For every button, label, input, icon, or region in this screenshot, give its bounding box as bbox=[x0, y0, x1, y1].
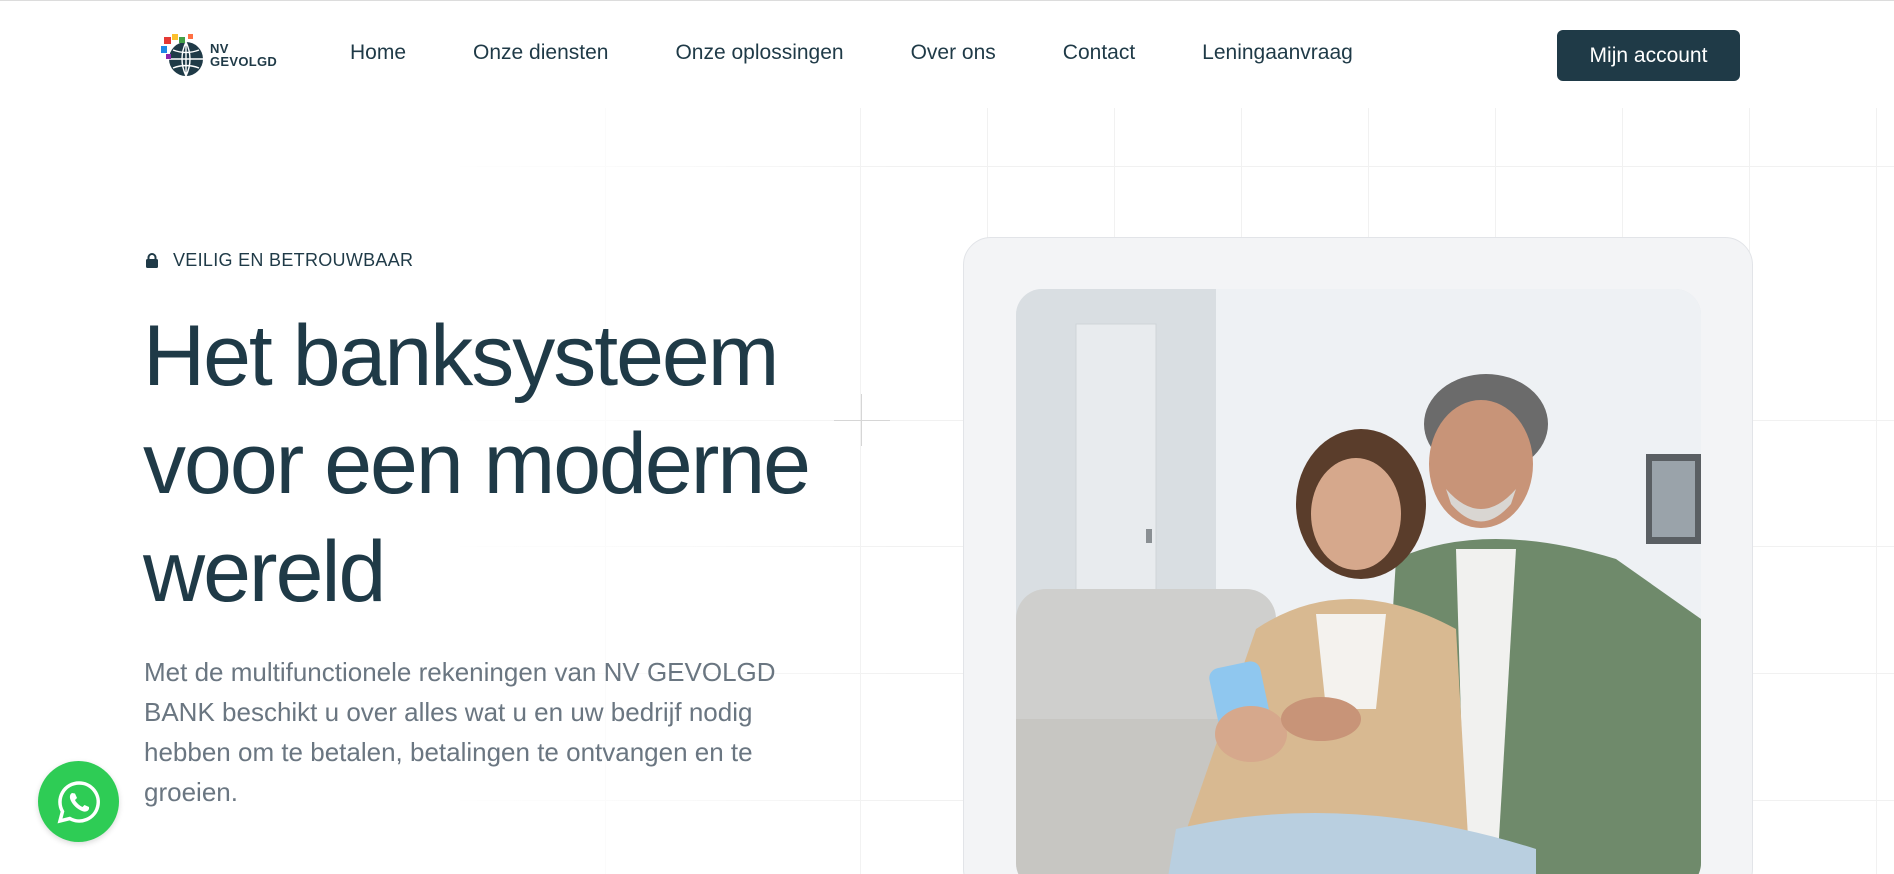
logo-text: NV GEVOLGD bbox=[210, 42, 277, 68]
trust-badge: VEILIG EN BETROUWBAAR bbox=[145, 250, 413, 271]
whatsapp-icon bbox=[57, 780, 100, 823]
logo[interactable]: NV GEVOLGD bbox=[158, 31, 290, 79]
lock-icon bbox=[146, 253, 158, 268]
site-header: NV GEVOLGD Home Onze diensten Onze oplos… bbox=[0, 1, 1894, 109]
nav-leningaanvraag[interactable]: Leningaanvraag bbox=[1202, 41, 1353, 65]
nav-over-ons[interactable]: Over ons bbox=[911, 41, 996, 65]
badge-text: VEILIG EN BETROUWBAAR bbox=[173, 250, 414, 270]
nav-onze-diensten[interactable]: Onze diensten bbox=[473, 41, 608, 65]
nav-onze-oplossingen[interactable]: Onze oplossingen bbox=[675, 41, 843, 65]
my-account-button[interactable]: Mijn account bbox=[1557, 30, 1740, 81]
hero-photo bbox=[1016, 289, 1701, 874]
logo-line2: GEVOLGD bbox=[210, 54, 278, 69]
globe-logo-icon bbox=[161, 34, 203, 77]
nav-home[interactable]: Home bbox=[350, 41, 406, 65]
whatsapp-chat-button[interactable] bbox=[38, 761, 119, 842]
nav-contact[interactable]: Contact bbox=[1063, 41, 1135, 65]
couple-with-phone-image bbox=[1016, 289, 1701, 874]
hero-title: Het banksysteem voor een moderne wereld bbox=[143, 302, 863, 626]
hero-title-line: wereld bbox=[143, 524, 386, 620]
main-nav: Home Onze diensten Onze oplossingen Over… bbox=[350, 41, 1420, 65]
hero-subtitle: Met de multifunctionele rekeningen van N… bbox=[144, 657, 776, 807]
hero-title-line: voor een moderne bbox=[143, 416, 811, 512]
hero-title-line: Het banksysteem bbox=[143, 308, 779, 404]
